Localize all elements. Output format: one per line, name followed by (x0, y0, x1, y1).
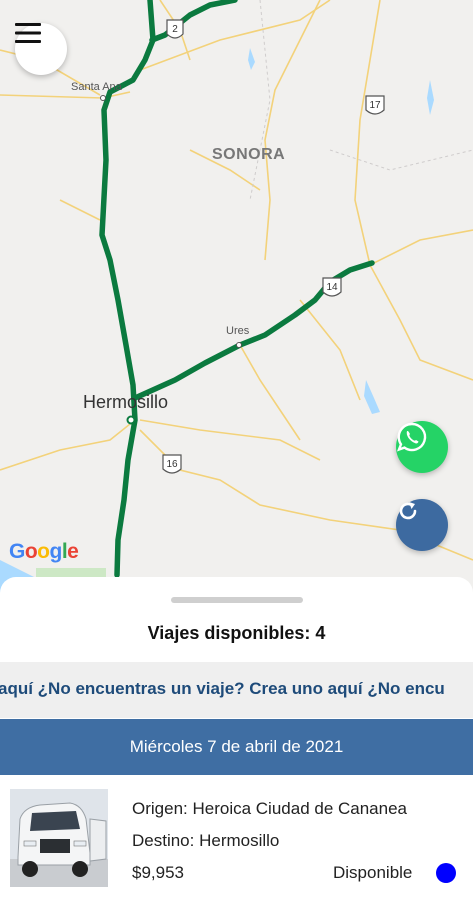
map-view[interactable]: 2 17 14 16 SONORA Hermosillo Santa Ana U… (0, 0, 473, 600)
sheet-drag-handle[interactable] (171, 597, 303, 603)
shield-2-label: 2 (172, 24, 178, 35)
date-header: Miércoles 7 de abril de 2021 (0, 719, 473, 775)
trip-price: $9,953 (132, 863, 184, 882)
trip-card[interactable]: Origen: Heroica Ciudad de Cananea Destin… (0, 775, 473, 900)
shield-14-label: 14 (326, 282, 338, 293)
trip-status: Disponible (333, 863, 413, 882)
map-label-city: Hermosillo (83, 392, 169, 412)
google-logo: Google (9, 540, 79, 563)
map-label-ures: Ures (226, 325, 250, 337)
highway-shield-14: 14 (322, 277, 342, 297)
date-header-text: Miércoles 7 de abril de 2021 (129, 737, 344, 756)
create-trip-banner-text[interactable]: aquí ¿No encuentras un viaje? Crea uno a… (0, 679, 445, 699)
create-trip-banner[interactable]: aquí ¿No encuentras un viaje? Crea uno a… (0, 662, 473, 718)
trip-origin: Origen: Heroica Ciudad de Cananea (132, 799, 408, 818)
refresh-button[interactable] (396, 499, 448, 551)
highway-shield-16: 16 (162, 454, 182, 474)
menu-button[interactable] (15, 23, 67, 75)
map-label-state: SONORA (212, 146, 286, 163)
shield-17-label: 17 (369, 100, 381, 111)
highway-shield-2: 2 (166, 19, 184, 39)
status-dot (436, 863, 456, 883)
available-trips-title: Viajes disponibles: 4 (147, 623, 326, 643)
trips-bottom-sheet: Viajes disponibles: 4 aquí ¿No encuentra… (0, 577, 473, 900)
shield-16-label: 16 (166, 459, 178, 470)
map-label-santa-ana: Santa Ana (71, 81, 122, 93)
highway-shield-17: 17 (365, 95, 385, 115)
whatsapp-button[interactable] (396, 421, 448, 473)
truck-image (10, 789, 108, 887)
trip-destination: Destino: Hermosillo (132, 831, 280, 850)
